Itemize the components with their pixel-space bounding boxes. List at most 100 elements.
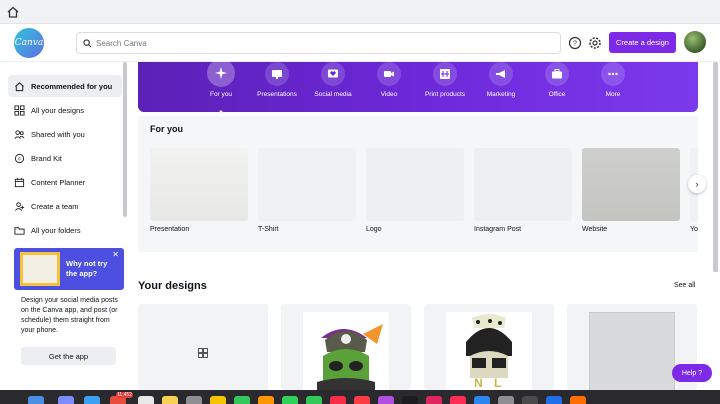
tab-marketing[interactable]: Marketing (471, 62, 531, 112)
sidebar-item-label: Create a team (31, 201, 79, 211)
tab-label: Social media (314, 91, 352, 98)
close-icon[interactable]: ✕ (112, 250, 119, 259)
page-scrollbar[interactable] (713, 62, 718, 272)
tab-print-products[interactable]: Print products (415, 62, 475, 112)
more-icon (608, 72, 618, 76)
help-button[interactable]: Help ? (672, 364, 712, 382)
sidebar-item-create-team[interactable]: Create a team (8, 195, 122, 217)
briefcase-icon (552, 69, 562, 79)
avatar[interactable] (684, 31, 706, 53)
app-store-icon[interactable] (474, 396, 490, 404)
messages-icon[interactable] (282, 396, 298, 404)
sidebar-item-label: Shared with you (31, 129, 85, 139)
recommended-icon (15, 81, 24, 91)
tab-video[interactable]: Video (359, 62, 419, 112)
sparkle-icon (215, 67, 227, 79)
tab-office[interactable]: Office (527, 62, 587, 112)
sidebar-item-folders[interactable]: All your folders (8, 219, 122, 241)
app-header: Canva ? Create a design (0, 24, 720, 62)
sidebar-item-label: All your designs (31, 105, 84, 115)
get-app-button[interactable]: Get the app (21, 347, 116, 365)
sidebar-item-all-designs[interactable]: All your designs (8, 99, 122, 121)
tab-label: More (605, 91, 621, 98)
maps-icon[interactable] (234, 396, 250, 404)
print-icon (440, 69, 450, 79)
design-thumbnail (589, 312, 675, 390)
card-label: Logo (366, 226, 382, 233)
template-card-presentation[interactable] (150, 148, 248, 221)
news-icon[interactable] (426, 396, 442, 404)
browser-toolbar (0, 0, 720, 24)
safari-icon[interactable] (84, 396, 100, 404)
sidebar-item-recommended[interactable]: Recommended for you (8, 75, 122, 97)
design-card-skull-leopard[interactable]: N L (424, 304, 554, 390)
svg-text:?: ? (573, 41, 577, 48)
card-label: Instagram Post (474, 226, 522, 233)
tab-label: Print products (424, 91, 466, 98)
settings-icon[interactable] (498, 396, 514, 404)
help-circle-icon[interactable]: ? (567, 35, 583, 51)
app-promo-banner[interactable]: Why not try the app? ✕ (14, 248, 124, 290)
search-icon (83, 38, 92, 47)
design-thumbnail: N L (446, 312, 532, 390)
photos-icon[interactable] (210, 396, 226, 404)
heart-icon (328, 69, 338, 78)
tv-icon[interactable] (402, 396, 418, 404)
create-design-button[interactable]: Create a design (609, 32, 676, 53)
home-icon[interactable] (6, 5, 20, 19)
books-icon[interactable] (258, 396, 274, 404)
search-bar[interactable] (76, 32, 561, 54)
grid-icon (198, 348, 208, 358)
search-input[interactable] (96, 38, 536, 48)
see-all-link[interactable]: See all (674, 282, 695, 289)
presentation-icon (272, 70, 282, 79)
notes-icon[interactable] (162, 396, 178, 404)
template-card-tshirt[interactable] (258, 148, 356, 221)
gear-icon[interactable] (587, 35, 603, 51)
itunes-icon[interactable] (354, 396, 370, 404)
people-icon (14, 129, 25, 139)
calendar-icon[interactable] (138, 396, 154, 404)
section-title: For you (150, 124, 183, 134)
design-card-skull-orange[interactable] (281, 304, 411, 390)
badge: 11,452 (116, 392, 133, 398)
team-icon (15, 201, 25, 211)
launchpad-icon[interactable] (58, 396, 74, 404)
card-label: Presentation (150, 226, 190, 233)
music-icon[interactable] (330, 396, 346, 404)
sidebar-item-shared[interactable]: Shared with you (8, 123, 122, 145)
tab-social-media[interactable]: Social media (303, 62, 363, 112)
video-icon (384, 71, 394, 77)
template-card-instagram-post[interactable] (474, 148, 572, 221)
card-label: T-Shirt (258, 226, 279, 233)
app-icon[interactable] (570, 396, 586, 404)
grid-icon (14, 104, 25, 116)
sidebar-scrollbar[interactable] (123, 62, 127, 217)
podcasts-icon[interactable] (378, 396, 394, 404)
tab-label: Presentations (257, 91, 297, 98)
zoom-icon[interactable] (546, 396, 562, 404)
sidebar-item-label: Content Planner (31, 177, 86, 187)
template-card-website[interactable] (582, 148, 680, 221)
finder-icon[interactable] (28, 396, 44, 404)
card-label: Yo (690, 226, 698, 233)
utility-icon[interactable] (522, 396, 538, 404)
sidebar-item-content-planner[interactable]: Content Planner (8, 171, 122, 193)
tab-presentations[interactable]: Presentations (247, 62, 307, 112)
sidebar-item-brand-kit[interactable]: © Brand Kit (8, 147, 122, 169)
sidebar-item-label: Recommended for you (31, 81, 113, 91)
stocks-icon[interactable] (450, 396, 466, 404)
your-designs-title: Your designs (138, 280, 207, 292)
template-card-logo[interactable] (366, 148, 464, 221)
tab-label: For you (209, 91, 233, 98)
canva-logo[interactable]: Canva (14, 28, 44, 58)
sidebar-item-label: All your folders (31, 225, 81, 235)
design-card-empty[interactable] (138, 304, 268, 390)
tab-for-you[interactable]: For you (191, 59, 251, 114)
folder-icon (14, 226, 25, 235)
reminders-icon[interactable] (186, 396, 202, 404)
promo-title: Why not try the app? (66, 259, 108, 278)
chevron-right-icon[interactable]: › (688, 175, 706, 193)
facetime-icon[interactable] (306, 396, 322, 404)
tab-more[interactable]: More (583, 62, 643, 112)
